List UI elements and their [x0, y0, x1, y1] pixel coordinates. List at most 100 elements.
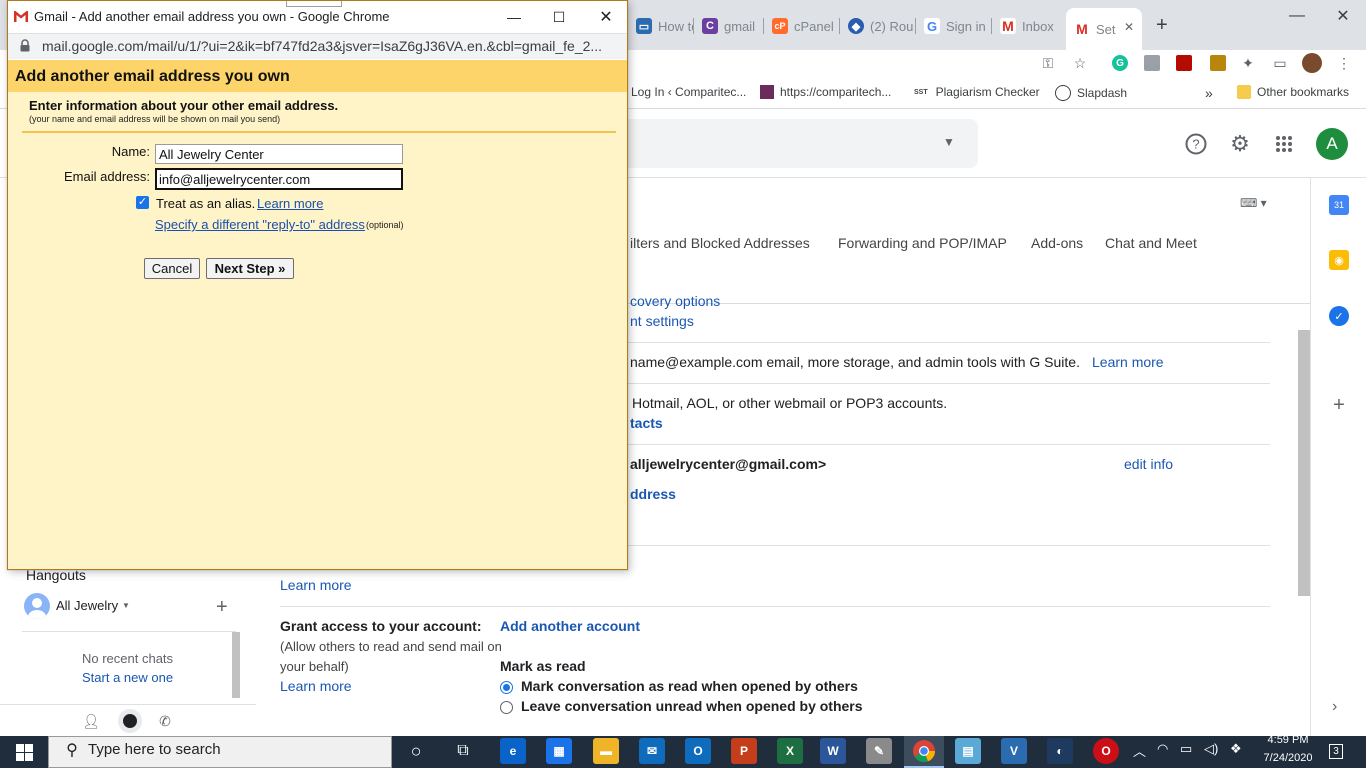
tab-rou[interactable]: ◆ (2) Rou	[840, 10, 916, 42]
calendar-icon[interactable]: 31	[1329, 195, 1349, 215]
hangouts-user-name[interactable]: All Jewelry	[56, 598, 118, 613]
grammarly-icon[interactable]: G	[1109, 52, 1131, 74]
page-scrollbar[interactable]	[1298, 330, 1310, 596]
tab-close-icon[interactable]: ✕	[1124, 20, 1134, 34]
tab-sign-in[interactable]: G Sign in	[916, 10, 992, 42]
tab-inbox[interactable]: M Inbox	[992, 10, 1066, 42]
wifi-icon[interactable]: ◠	[1157, 741, 1168, 757]
import-contacts-link[interactable]: tacts	[630, 415, 663, 431]
star-icon[interactable]: ☆	[1069, 52, 1091, 74]
key-icon[interactable]: ⚿	[1037, 52, 1059, 74]
edge-icon[interactable]: e	[500, 738, 526, 764]
app-circle-icon[interactable]: ◐	[1047, 738, 1073, 764]
popup-minimize-icon[interactable]: —	[499, 5, 529, 29]
new-tab-button[interactable]: +	[1156, 14, 1168, 37]
chrome-icon[interactable]	[911, 738, 937, 764]
minimize-icon[interactable]: —	[1274, 0, 1320, 32]
extension-badge-icon[interactable]	[1207, 52, 1229, 74]
bookmark-login[interactable]: Log In ‹ Comparitec...	[631, 85, 746, 99]
taskbar-search-placeholder[interactable]: Type here to search	[88, 741, 221, 758]
treat-as-alias-checkbox[interactable]: ✓	[136, 196, 149, 209]
new-chat-plus-icon[interactable]: +	[216, 597, 228, 617]
file-explorer-icon[interactable]: ▬	[593, 738, 619, 764]
cortana-icon[interactable]: ○	[403, 738, 429, 764]
email-address-input[interactable]	[155, 168, 403, 190]
popup-close-icon[interactable]: ✕	[591, 5, 621, 29]
battery-icon[interactable]: ▭	[1180, 741, 1192, 757]
notifications-icon[interactable]: 3	[1324, 740, 1348, 762]
edit-info-link[interactable]: edit info	[1124, 456, 1173, 472]
keyboard-icon[interactable]: ⌨ ▾	[1240, 196, 1267, 210]
add-addon-icon[interactable]: +	[1329, 394, 1349, 416]
windows-start-icon[interactable]	[0, 736, 48, 768]
chevron-down-icon[interactable]: ▼	[122, 601, 130, 610]
bookmark-comparitech[interactable]: https://comparitech...	[760, 85, 891, 99]
hangouts-chat-icon[interactable]	[118, 709, 142, 733]
excel-icon[interactable]: X	[777, 738, 803, 764]
mark-read-radio[interactable]	[500, 681, 513, 694]
bookmark-plagiarism-checker[interactable]: SST Plagiarism Checker	[914, 85, 1040, 99]
chrome-menu-icon[interactable]: ⋮	[1333, 52, 1355, 74]
extension-pen-icon[interactable]	[1141, 52, 1163, 74]
alias-learn-more-link[interactable]: Learn more	[257, 196, 323, 211]
name-input[interactable]	[155, 144, 403, 164]
cast-icon[interactable]: ▭	[1269, 52, 1291, 74]
word-icon[interactable]: W	[820, 738, 846, 764]
visual-studio-icon[interactable]: V	[1001, 738, 1027, 764]
paint-icon[interactable]: ✎	[866, 738, 892, 764]
clock-time[interactable]: 4:59 PM	[1258, 734, 1318, 746]
tab-cpanel[interactable]: cP cPanel	[764, 10, 840, 42]
apps-grid-icon[interactable]	[1270, 130, 1298, 158]
mail-icon[interactable]: ✉	[639, 738, 665, 764]
powerpoint-icon[interactable]: P	[731, 738, 757, 764]
chevron-right-icon[interactable]: ›	[1332, 698, 1337, 716]
add-another-address-link[interactable]: ddress	[630, 486, 676, 502]
gsuite-learn-more-link[interactable]: Learn more	[1092, 354, 1164, 370]
outlook-icon[interactable]: O	[685, 738, 711, 764]
volume-icon[interactable]: ◁)	[1204, 741, 1218, 757]
start-new-chat-link[interactable]: Start a new one	[82, 670, 173, 685]
cancel-button[interactable]: Cancel	[144, 258, 200, 279]
tab-settings-active[interactable]: M Set ✕	[1066, 8, 1142, 50]
contacts-person-icon[interactable]: 👤︎	[81, 711, 101, 731]
check-mail-learn-more-link[interactable]: Learn more	[280, 577, 352, 593]
help-icon[interactable]: ?	[1182, 130, 1210, 158]
store-icon[interactable]: ▦	[546, 738, 572, 764]
popup-maximize-icon[interactable]: ☐	[544, 5, 574, 29]
tab-chat-and-meet[interactable]: Chat and Meet	[1105, 235, 1197, 251]
tab-gmail-search[interactable]: C gmail	[694, 10, 764, 42]
account-avatar[interactable]: A	[1316, 128, 1348, 160]
phone-icon[interactable]: ✆	[155, 711, 175, 731]
bookmark-slapdash[interactable]: Slapdash	[1055, 85, 1127, 101]
next-step-button[interactable]: Next Step »	[206, 258, 294, 279]
gear-icon[interactable]: ⚙	[1226, 130, 1254, 158]
search-options-icon[interactable]: ▼	[943, 135, 955, 149]
leave-unread-radio[interactable]	[500, 701, 513, 714]
tab-forwarding[interactable]: Forwarding and POP/IMAP	[838, 235, 1007, 251]
tab-filters[interactable]: ilters and Blocked Addresses	[630, 235, 810, 251]
puzzle-icon[interactable]: ✦	[1237, 52, 1259, 74]
opera-icon[interactable]: O	[1093, 738, 1119, 764]
close-window-icon[interactable]: ✕	[1320, 0, 1366, 32]
task-view-icon[interactable]: ⧉	[450, 738, 476, 764]
tasks-icon[interactable]: ✓	[1329, 306, 1349, 326]
reply-to-address-link[interactable]: Specify a different "reply-to" address	[155, 217, 365, 232]
account-settings-link[interactable]: nt settings	[630, 313, 694, 329]
tab-how-to[interactable]: ▭ How to	[628, 10, 694, 42]
clock-date[interactable]: 7/24/2020	[1258, 752, 1318, 764]
recovery-options-link[interactable]: covery options	[630, 293, 720, 309]
popup-url-text[interactable]: mail.google.com/mail/u/1/?ui=2&ik=bf747f…	[42, 38, 622, 54]
tab-addons[interactable]: Add-ons	[1031, 235, 1083, 251]
pdf-icon[interactable]	[1173, 52, 1195, 74]
add-another-account-link[interactable]: Add another account	[500, 618, 640, 634]
grant-access-learn-more-link[interactable]: Learn more	[280, 678, 352, 694]
bookmarks-overflow-button[interactable]: »	[1205, 85, 1213, 101]
notepad-icon[interactable]: ▤	[955, 738, 981, 764]
drag-handle[interactable]	[286, 1, 342, 7]
profile-avatar-icon[interactable]	[1301, 52, 1323, 74]
other-bookmarks[interactable]: Other bookmarks	[1237, 85, 1349, 99]
keep-icon[interactable]: ◉	[1329, 250, 1349, 270]
hangouts-scrollbar[interactable]	[232, 632, 240, 698]
dropbox-icon[interactable]: ❖	[1230, 741, 1242, 757]
chevron-up-icon[interactable]: ︿	[1133, 741, 1146, 760]
